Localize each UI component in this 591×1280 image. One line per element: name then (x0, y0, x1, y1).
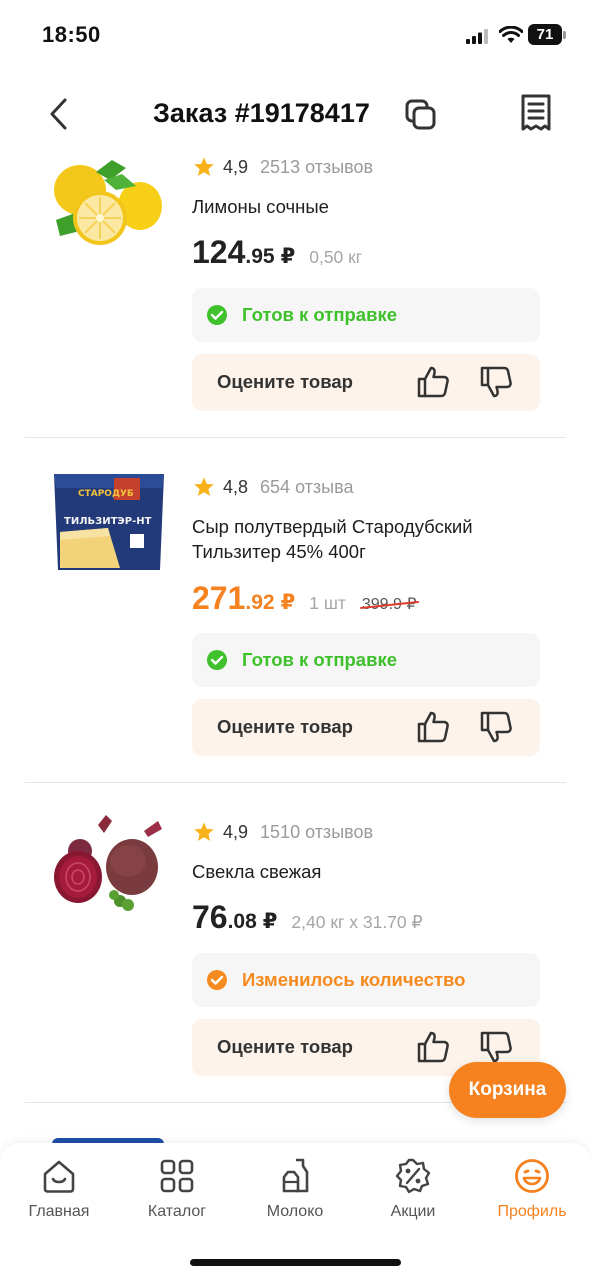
rating-score: 4,8 (223, 476, 249, 497)
battery-level: 71 (528, 24, 562, 45)
divider (25, 782, 566, 783)
price-row: 124 .95 ₽ 0,50 кг (192, 234, 362, 271)
rating: 4,9 2513 отзывов (193, 156, 373, 178)
price-currency: ₽ (280, 591, 296, 614)
thumbs-down-icon[interactable] (479, 365, 513, 399)
tab-label: Главная (28, 1203, 90, 1220)
item-status-text: Изменилось количество (242, 969, 466, 990)
item-status-text: Готов к отправке (242, 649, 398, 670)
tab-profile[interactable]: Профиль (477, 1157, 587, 1237)
old-price: 399.9 ₽ (361, 596, 417, 613)
check-circle-icon (207, 970, 227, 990)
price-main: 124 (192, 234, 246, 270)
status-time: 18:50 (42, 22, 101, 47)
item-quantity: 1 шт (309, 593, 346, 613)
check-circle-icon (207, 650, 227, 670)
home-indicator (190, 1259, 401, 1266)
price-cents: .92 (245, 591, 275, 614)
price-row: 76 .08 ₽ 2,40 кг x 31.70 ₽ (192, 899, 423, 936)
lemon-product-image[interactable] (48, 150, 168, 260)
profile-smile-icon (515, 1159, 549, 1193)
copy-icon[interactable] (404, 98, 438, 132)
item-status: Готов к отправке (192, 633, 540, 687)
status-bar: 18:50 71 (0, 0, 591, 70)
catalog-grid-icon (160, 1159, 194, 1193)
thumbs-up-icon[interactable] (416, 710, 450, 744)
price-cents: .08 (227, 910, 257, 933)
star-icon (194, 477, 214, 496)
receipt-icon[interactable] (518, 93, 554, 133)
product-name[interactable]: Свекла свежая (192, 859, 532, 884)
tab-milk[interactable]: Молоко (240, 1157, 350, 1237)
header: Заказ #19178417 (0, 80, 591, 150)
star-icon (194, 822, 214, 841)
svg-text:СТАРОДУБ: СТАРОДУБ (78, 489, 134, 499)
price-cents: .95 (245, 245, 275, 268)
tab-label: Молоко (266, 1203, 324, 1220)
reviews-count[interactable]: 654 отзыва (260, 477, 353, 498)
tab-label: Каталог (147, 1203, 207, 1220)
item-quantity: 2,40 кг x 31.70 ₽ (291, 912, 423, 932)
battery-icon: 71 (528, 24, 566, 45)
milk-icon (282, 1158, 309, 1193)
rate-product-label: Оцените товар (217, 716, 353, 737)
price-currency: ₽ (262, 910, 278, 933)
tab-catalog[interactable]: Каталог (122, 1157, 232, 1237)
back-button[interactable] (40, 94, 76, 134)
thumbs-down-icon[interactable] (479, 1030, 513, 1064)
rate-product-panel: Оцените товар (192, 354, 540, 411)
star-icon (194, 157, 214, 176)
price-currency: ₽ (280, 245, 296, 268)
order-item: СТАРОДУБ ТИЛЬЗИТЭР-НТ 4,8 654 отзыва Сыр… (0, 470, 591, 780)
rating: 4,8 654 отзыва (193, 476, 354, 498)
rating-score: 4,9 (223, 156, 249, 177)
beet-product-image[interactable] (48, 815, 168, 925)
cheese-product-image[interactable]: СТАРОДУБ ТИЛЬЗИТЭР-НТ (48, 470, 168, 580)
home-icon (43, 1160, 75, 1193)
item-status: Готов к отправке (192, 288, 540, 342)
tab-promo[interactable]: Акции (358, 1157, 468, 1237)
rating-score: 4,9 (223, 821, 249, 842)
order-item: 4,9 2513 отзывов Лимоны сочные 124 .95 ₽… (0, 150, 591, 437)
cart-button[interactable]: Корзина (449, 1062, 566, 1118)
thumbs-up-icon[interactable] (416, 1030, 450, 1064)
price-main: 271 (192, 580, 246, 616)
item-status-text: Готов к отправке (242, 304, 398, 325)
divider (25, 437, 566, 438)
svg-text:ТИЛЬЗИТЭР-НТ: ТИЛЬЗИТЭР-НТ (64, 516, 152, 527)
rate-product-label: Оцените товар (217, 371, 353, 392)
page-title: Заказ #19178417 (153, 98, 370, 128)
wifi-icon (499, 26, 523, 43)
thumbs-down-icon[interactable] (479, 710, 513, 744)
product-name[interactable]: Сыр полутвердый Стародубский Тильзитер 4… (192, 514, 532, 564)
reviews-count[interactable]: 1510 отзывов (260, 822, 373, 843)
price-main: 76 (192, 899, 228, 935)
thumbs-up-icon[interactable] (416, 365, 450, 399)
price-row: 271 .92 ₽ 1 шт 399.9 ₽ (192, 580, 417, 617)
rate-product-panel: Оцените товар (192, 699, 540, 756)
cellular-signal-icon (466, 29, 488, 44)
tab-home[interactable]: Главная (4, 1157, 114, 1237)
reviews-count[interactable]: 2513 отзывов (260, 157, 373, 178)
item-quantity: 0,50 кг (309, 247, 363, 267)
chevron-left-icon (50, 98, 67, 130)
check-circle-icon (207, 305, 227, 325)
product-name[interactable]: Лимоны сочные (192, 194, 532, 219)
tab-label: Профиль (497, 1203, 567, 1220)
promo-percent-icon (395, 1158, 431, 1194)
rating: 4,9 1510 отзывов (193, 821, 373, 843)
item-status: Изменилось количество (192, 953, 540, 1007)
tab-label: Акции (390, 1203, 436, 1220)
rate-product-label: Оцените товар (217, 1036, 353, 1057)
